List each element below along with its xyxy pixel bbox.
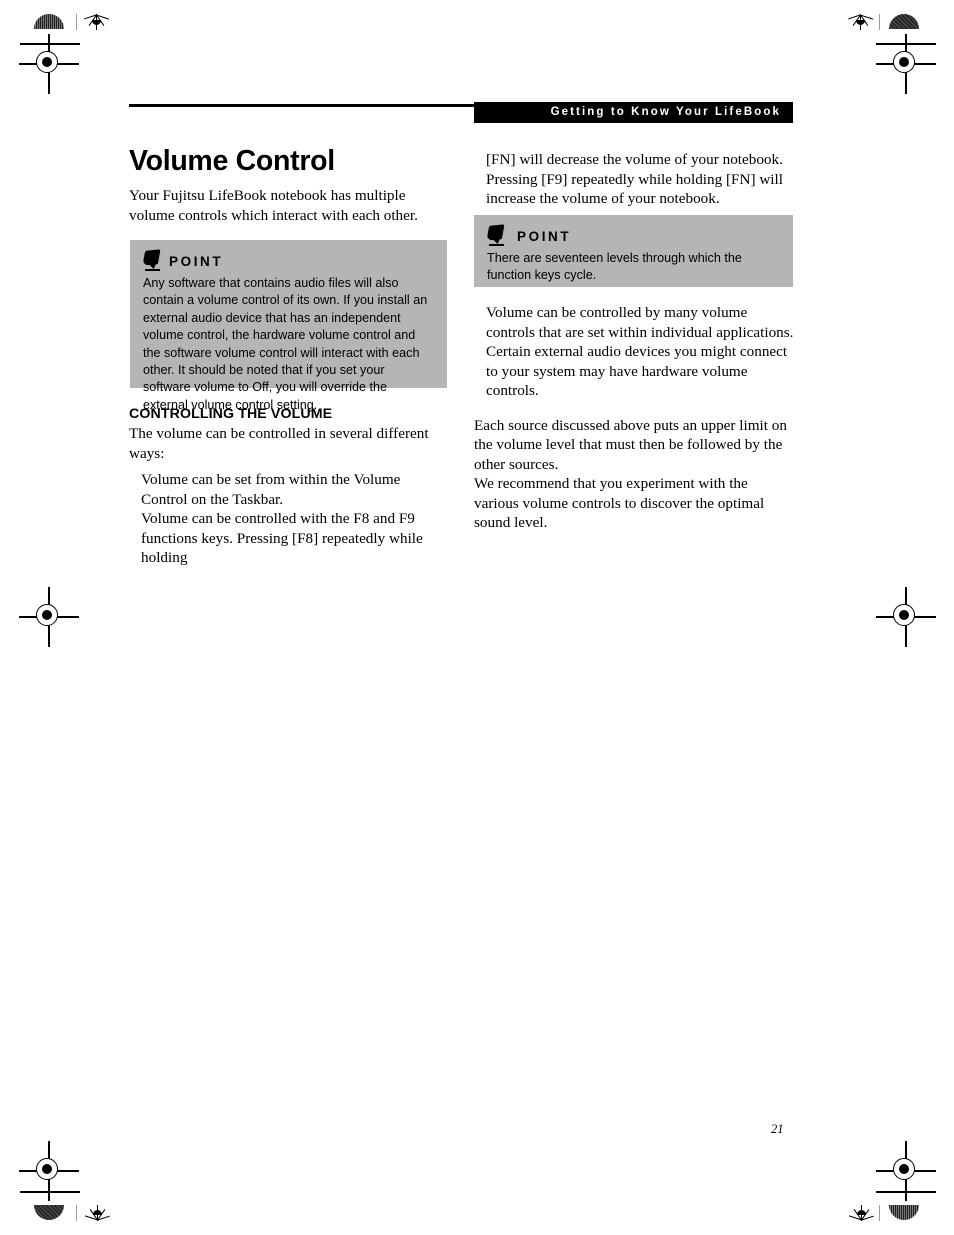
point-callout-right-text: There are seventeen levels through which… <box>487 251 742 283</box>
point-callout-left-text: Any software that contains audio files w… <box>143 276 428 412</box>
page-title: Volume Control <box>129 145 335 177</box>
trim-line-bottom-left <box>20 1191 80 1193</box>
color-calibration-bar-bottom-right <box>889 1205 919 1220</box>
registration-crosshair-middle-right <box>876 587 936 647</box>
list-item: Volume can be set from within the Volume… <box>141 471 401 508</box>
color-calibration-bar-top-right <box>889 14 919 29</box>
section-header-bar: Getting to Know Your LifeBook <box>474 102 793 123</box>
point-callout-right-header: POINT <box>486 224 780 247</box>
document-page: Getting to Know Your LifeBook Volume Con… <box>0 0 954 1235</box>
registration-crosshair-middle-left <box>19 587 79 647</box>
left-column: Volume Control Your Fujitsu LifeBook not… <box>129 145 449 225</box>
page-number: 21 <box>771 1122 784 1136</box>
continuation-paragraph: [FN] will decrease the volume of your no… <box>486 151 783 208</box>
registration-crosshair-top-left <box>19 34 79 94</box>
body-paragraph: We recommend that you experiment with th… <box>474 475 765 532</box>
star-target-bottom-right <box>848 1205 874 1221</box>
tick-separator-bottom-left <box>76 1205 78 1221</box>
color-calibration-bar-bottom-left <box>34 1205 64 1220</box>
controlling-the-volume-heading: CONTROLLING THE VOLUME <box>129 406 333 422</box>
header-rule <box>129 104 474 107</box>
list-item: Certain external audio devices you might… <box>486 343 788 400</box>
right-column-bullet-list: Volume can be controlled by many volume … <box>474 303 794 401</box>
list-item: Volume can be controlled with the F8 and… <box>141 510 423 567</box>
star-target-bottom-left <box>84 1205 110 1221</box>
section-header-title: Getting to Know Your LifeBook <box>550 106 781 118</box>
right-column-top: [FN] will decrease the volume of your no… <box>474 150 794 209</box>
controlling-lead-paragraph: The volume can be controlled in several … <box>129 425 429 462</box>
pointing-pen-icon <box>486 224 513 247</box>
point-callout-left-label: POINT <box>169 253 224 269</box>
left-column-lower: CONTROLLING THE VOLUME The volume can be… <box>129 406 449 568</box>
right-column-lower: Volume can be controlled by many volume … <box>474 303 794 533</box>
trim-line-bottom-right <box>876 1191 936 1193</box>
star-target-top-right <box>848 14 874 30</box>
point-callout-left-header: POINT <box>142 249 434 272</box>
registration-crosshair-top-right <box>876 34 936 94</box>
left-column-bullet-list: Volume can be set from within the Volume… <box>129 470 449 568</box>
point-callout-right-label: POINT <box>517 228 572 244</box>
list-item: Volume can be controlled by many volume … <box>486 304 794 341</box>
body-paragraph: Each source discussed above puts an uppe… <box>474 416 787 473</box>
point-callout-left: POINT Any software that contains audio f… <box>130 240 447 412</box>
intro-paragraph: Your Fujitsu LifeBook notebook has multi… <box>129 187 418 224</box>
color-calibration-bar-top-left <box>34 14 64 29</box>
tick-separator-bottom-right <box>879 1205 881 1221</box>
tick-separator-top-left <box>76 14 78 30</box>
tick-separator-top-right <box>879 14 881 30</box>
point-callout-right: POINT There are seventeen levels through… <box>474 215 793 287</box>
pointing-pen-icon <box>142 249 169 272</box>
star-target-top-left <box>84 14 110 30</box>
